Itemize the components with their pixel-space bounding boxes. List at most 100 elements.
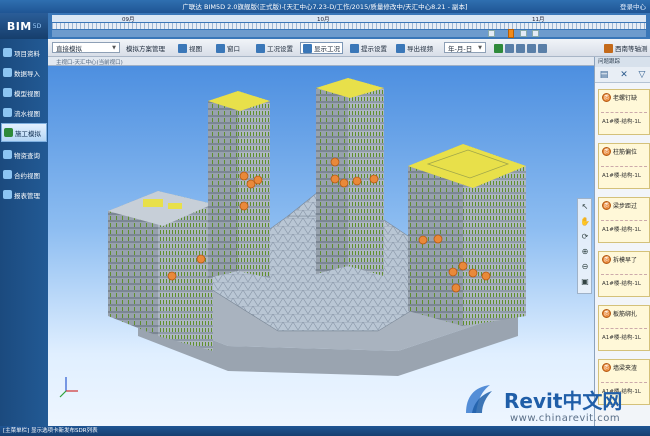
issue-pin [448,267,458,277]
issue-pin [481,271,491,281]
issue-location: A1#楼-结构-1L [602,227,641,233]
timeline-end-button[interactable] [532,30,539,37]
nav-item-contract-view[interactable]: 合约视图 [1,165,47,184]
condition-settings-button[interactable]: 工况设置 [256,42,293,54]
timeline-day-ticks [52,23,646,29]
nav-item-label: 数据导入 [14,69,40,78]
date-format-select[interactable]: 年-月-日 ▼ [444,42,486,53]
quality-badge-icon: 质 [602,255,611,264]
login-link[interactable]: 登录中心 [620,1,646,11]
zoom-out-icon[interactable]: ⊖ [580,262,590,272]
crane-icon [4,128,13,137]
nav-item-label: 项目资料 [14,49,40,58]
loop-icon[interactable] [538,43,547,53]
schedule-timeline[interactable]: 09月 10月 11月 [48,13,650,39]
quality-badge-icon: 质 [602,147,611,156]
watermark-brand: Revit中文网 [504,389,623,413]
window-label: 窗口 [227,45,240,53]
nav-item-label: 合约视图 [14,171,40,180]
export-video-button[interactable]: 导出视频 [396,42,433,54]
fit-view-icon[interactable]: ▣ [580,277,590,287]
divider [601,328,647,329]
simulation-mode-select[interactable]: 直接模拟 ▼ [52,42,120,53]
app-logo: BIM 5D [0,13,48,39]
timeline-next-button[interactable] [520,30,527,37]
pause-icon[interactable] [505,43,514,53]
issue-pin [451,283,461,293]
close-icon[interactable]: ✕ [619,70,629,80]
window-icon [216,43,225,53]
view-button[interactable]: 视图 [178,42,202,54]
issue-title: 拆模早了 [613,257,638,264]
timeline-current-marker[interactable] [508,29,514,38]
watermark-url: www.chinarevit.com [510,413,621,424]
view-direction-button[interactable]: 西南等轴测 [604,42,648,54]
stop-icon[interactable] [516,43,525,53]
play-controls [494,42,549,54]
view-direction-label: 西南等轴测 [615,45,648,53]
issue-pin [433,234,443,244]
nav-item-construction-sim[interactable]: 施工模拟 [1,123,47,142]
issue-location: A1#楼-结构-1L [602,173,641,179]
nav-item-label: 报表管理 [14,191,40,200]
issue-pin [339,178,349,188]
nav-item-project-info[interactable]: 项目资料 [1,43,47,62]
play-icon[interactable] [494,43,503,53]
logo-text: BIM [6,19,32,33]
issue-card[interactable]: 质 老螺钉缺 A1#楼-结构-1L [598,89,650,135]
hint-settings-label: 提示设置 [361,45,387,53]
cube-icon [3,88,12,97]
timeline-prev-button[interactable] [488,30,495,37]
nav-item-label: 施工模拟 [15,129,41,138]
nav-item-model-view[interactable]: 模型视图 [1,83,47,102]
issue-location: A1#楼-结构-1L [602,119,641,125]
hint-icon [350,43,359,53]
window-button[interactable]: 窗口 [216,42,240,54]
revit-logo-icon [466,385,492,413]
building-model[interactable] [48,66,594,426]
document-icon[interactable]: ▤ [599,70,609,80]
divider [601,112,647,113]
nav-item-material-query[interactable]: 物资查询 [1,145,47,164]
timeline-months: 09月 10月 11月 [52,15,646,23]
issue-panel: 问题跟踪 ▤ ✕ ▽ 质 老螺钉缺 A1#楼-结构-1L 质 柱筋偏位 A1#楼… [594,57,650,426]
issue-pin [253,175,263,185]
select-cursor-icon[interactable]: ↖ [580,202,590,212]
display-icon [303,43,312,53]
viewport-tab[interactable]: 主视口-天汇中心(当前视口) [48,57,594,66]
issue-card[interactable]: 质 柱筋偏位 A1#楼-结构-1L [598,143,650,189]
hint-settings-button[interactable]: 提示设置 [350,42,387,54]
quality-badge-icon: 质 [602,201,611,210]
timeline-track[interactable] [52,30,646,37]
display-condition-label: 显示工况 [314,45,340,53]
contract-icon [3,170,12,179]
issue-card[interactable]: 质 板筋绑扎 A1#楼-结构-1L [598,305,650,351]
divider [601,166,647,167]
issue-pin [458,261,468,271]
timeline-month-label: 11月 [532,17,545,23]
issue-title: 柱筋偏位 [613,149,638,156]
issue-card[interactable]: 质 拆模早了 A1#楼-结构-1L [598,251,650,297]
pan-hand-icon[interactable]: ✋ [580,217,590,227]
nav-item-flow-view[interactable]: 流水视图 [1,103,47,122]
tower-b-front [348,78,384,276]
toolbar: 直接模拟 ▼ 模拟方案管理 视图 窗口 工况设置 显示工况 提示设置 导出视频 年… [48,39,650,57]
zoom-in-icon[interactable]: ⊕ [580,247,590,257]
nav-item-report[interactable]: 报表管理 [1,185,47,204]
plan-manage-button[interactable]: 模拟方案管理 [126,42,165,54]
viewport-tab-label: 主视口-天汇中心(当前视口) [56,60,123,66]
display-condition-button[interactable]: 显示工况 [300,42,343,54]
timeline-month-label: 10月 [317,17,330,23]
orbit-icon[interactable]: ⟳ [580,232,590,242]
nav-item-label: 流水视图 [14,109,40,118]
3d-viewport[interactable] [48,66,594,426]
step-icon[interactable] [527,43,536,53]
issue-pin [167,271,177,281]
issue-location: A1#楼-结构-1L [602,335,641,341]
issue-pin [330,157,340,167]
issue-list: 质 老螺钉缺 A1#楼-结构-1L 质 柱筋偏位 A1#楼-结构-1L 质 梁步… [595,85,650,426]
nav-item-data-import[interactable]: 数据导入 [1,63,47,82]
issue-card[interactable]: 质 梁步距过 A1#楼-结构-1L [598,197,650,243]
filter-icon[interactable]: ▽ [637,70,647,80]
issue-panel-header: 问题跟踪 [595,57,650,67]
